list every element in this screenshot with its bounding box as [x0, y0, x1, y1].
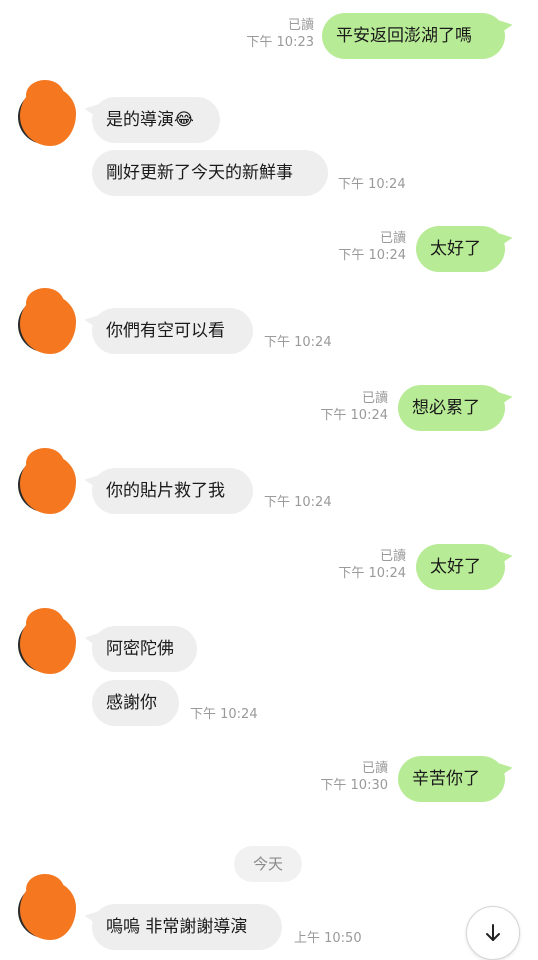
chat-bubble[interactable]: 是的導演😂: [92, 97, 220, 143]
avatar-mask: [26, 874, 64, 904]
chat-bubble[interactable]: 想必累了: [398, 385, 505, 431]
timestamp: 下午 10:24: [190, 707, 258, 722]
avatar[interactable]: [18, 608, 76, 674]
avatar-mask: [26, 608, 64, 638]
timestamp: 下午 10:30: [320, 778, 388, 793]
chat-bubble[interactable]: 嗚嗚 非常謝謝導演: [92, 904, 282, 950]
chat-bubble[interactable]: 辛苦你了: [398, 756, 505, 802]
message-meta: 已讀 下午 10:24: [320, 548, 406, 582]
avatar[interactable]: [18, 874, 76, 940]
avatar[interactable]: [18, 80, 76, 146]
timestamp: 下午 10:24: [264, 335, 332, 350]
read-receipt: 已讀: [379, 231, 406, 246]
avatar-mask: [26, 80, 64, 110]
avatar[interactable]: [18, 288, 76, 354]
timestamp: 下午 10:24: [338, 566, 406, 581]
chat-bubble[interactable]: 你的貼片救了我: [92, 468, 253, 514]
chat-bubble[interactable]: 太好了: [416, 544, 505, 590]
timestamp: 下午 10:23: [246, 35, 314, 50]
avatar-mask: [26, 448, 64, 478]
read-receipt: 已讀: [361, 761, 388, 776]
chat-bubble[interactable]: 感謝你: [92, 680, 179, 726]
arrow-down-icon: [486, 924, 500, 941]
message-meta: 已讀 下午 10:24: [320, 230, 406, 264]
avatar[interactable]: [18, 448, 76, 514]
read-receipt: 已讀: [361, 391, 388, 406]
read-receipt: 已讀: [379, 549, 406, 564]
chat-bubble[interactable]: 太好了: [416, 226, 505, 272]
avatar-mask: [26, 288, 64, 318]
chat-bubble[interactable]: 剛好更新了今天的新鮮事: [92, 150, 328, 196]
message-meta: 已讀 下午 10:30: [302, 760, 388, 794]
message-meta: 已讀 下午 10:24: [302, 390, 388, 424]
timestamp: 下午 10:24: [338, 248, 406, 263]
timestamp: 下午 10:24: [320, 408, 388, 423]
chat-bubble[interactable]: 你們有空可以看: [92, 308, 253, 354]
read-receipt: 已讀: [287, 18, 314, 33]
message-meta: 已讀 下午 10:23: [232, 17, 314, 51]
timestamp: 下午 10:24: [264, 495, 332, 510]
timestamp: 上午 10:50: [294, 931, 362, 946]
scroll-to-bottom-button[interactable]: [466, 906, 520, 960]
chat-bubble[interactable]: 阿密陀佛: [92, 626, 197, 672]
timestamp: 下午 10:24: [338, 177, 406, 192]
chat-bubble[interactable]: 平安返回澎湖了嗎: [322, 13, 505, 59]
date-divider: 今天: [234, 846, 302, 882]
